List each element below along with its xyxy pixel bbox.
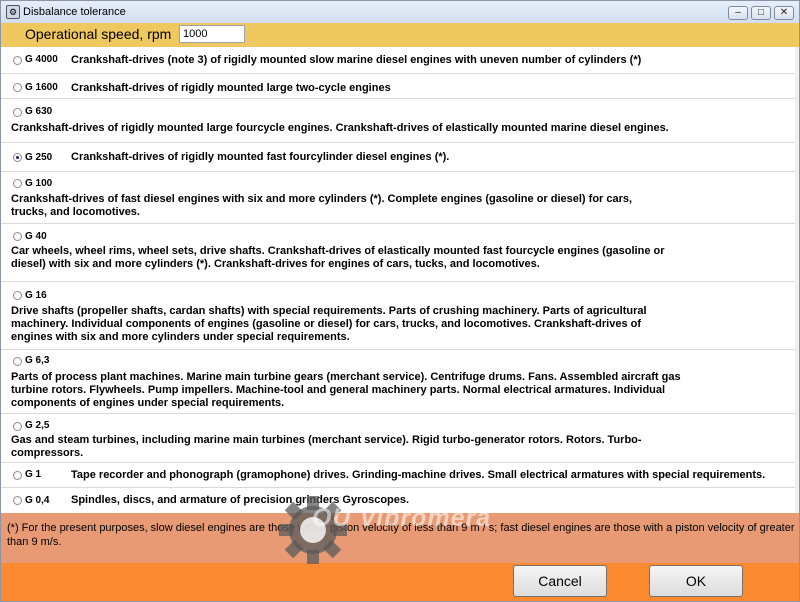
close-icon: ✕ <box>779 7 789 18</box>
radio-button[interactable] <box>13 422 22 431</box>
grade-description: Crankshaft-drives of rigidly mounted lar… <box>71 82 391 94</box>
grade-row-g2-5[interactable]: G 2,5 Gas and steam turbines, including … <box>1 414 795 463</box>
app-icon: ⚙ <box>6 5 20 19</box>
grade-description: Crankshaft-drives (note 3) of rigidly mo… <box>71 54 642 66</box>
grade-label: G 40 <box>25 231 47 242</box>
title-bar: ⚙ Disbalance tolerance – □ ✕ <box>1 1 799 24</box>
grade-label: G 630 <box>25 106 53 117</box>
grade-row-g1[interactable]: G 1 Tape recorder and phonograph (gramop… <box>1 463 795 488</box>
grade-label: G 250 <box>25 152 53 163</box>
radio-button[interactable] <box>13 56 22 65</box>
grade-label: G 100 <box>25 178 53 189</box>
close-button[interactable]: ✕ <box>774 6 794 20</box>
speed-input[interactable] <box>179 25 245 43</box>
grade-description: Spindles, discs, and armature of precisi… <box>71 494 410 506</box>
grade-row-g4000[interactable]: G 4000 Crankshaft-drives (note 3) of rig… <box>1 47 795 74</box>
grade-description: Gas and steam turbines, including marine… <box>11 434 642 459</box>
radio-button[interactable] <box>13 232 22 241</box>
dialog-window: ⚙ Disbalance tolerance – □ ✕ Operational… <box>0 0 800 602</box>
radio-button[interactable] <box>13 496 22 505</box>
footnote-text: (*) For the present purposes, slow diese… <box>7 522 795 548</box>
grade-label: G 2,5 <box>25 420 50 431</box>
grade-row-g6-3[interactable]: G 6,3 Parts of process plant machines. M… <box>1 350 795 414</box>
radio-button[interactable] <box>13 291 22 300</box>
grade-row-g250[interactable]: G 250 Crankshaft-drives of rigidly mount… <box>1 143 795 172</box>
radio-button[interactable] <box>13 108 22 117</box>
radio-button[interactable] <box>13 471 22 480</box>
grade-description: Parts of process plant machines. Marine … <box>11 371 681 409</box>
minimize-button[interactable]: – <box>728 6 748 20</box>
button-bar: Cancel OK <box>1 563 799 601</box>
grade-label: G 1 <box>25 469 42 480</box>
grade-row-g40[interactable]: G 40 Car wheels, wheel rims, wheel sets,… <box>1 224 795 282</box>
grade-row-g1600[interactable]: G 1600 Crankshaft-drives of rigidly moun… <box>1 74 795 99</box>
grade-label: G 4000 <box>25 54 58 65</box>
maximize-button[interactable]: □ <box>751 6 771 20</box>
grade-description: Crankshaft-drives of rigidly mounted lar… <box>11 122 669 134</box>
footnote-panel: (*) For the present purposes, slow diese… <box>1 513 799 563</box>
radio-button[interactable] <box>13 179 22 188</box>
right-edge <box>795 47 799 513</box>
grade-description: Tape recorder and phonograph (gramophone… <box>71 469 766 481</box>
speed-label: Operational speed, rpm <box>25 26 172 42</box>
grade-label: G 16 <box>25 290 47 301</box>
grade-row-g630[interactable]: G 630 Crankshaft-drives of rigidly mount… <box>1 99 795 143</box>
minimize-icon: – <box>735 7 741 18</box>
ok-button[interactable]: OK <box>649 565 743 597</box>
grade-description: Drive shafts (propeller shafts, cardan s… <box>11 305 647 343</box>
grade-row-g0-4[interactable]: G 0,4 Spindles, discs, and armature of p… <box>1 488 795 513</box>
radio-button[interactable] <box>13 83 22 92</box>
grade-label: G 0,4 <box>25 495 50 506</box>
grade-description: Crankshaft-drives of rigidly mounted fas… <box>71 151 450 163</box>
radio-button-checked[interactable] <box>13 153 22 162</box>
grade-label: G 6,3 <box>25 355 50 366</box>
window-title: Disbalance tolerance <box>23 6 126 18</box>
grade-row-g16[interactable]: G 16 Drive shafts (propeller shafts, car… <box>1 282 795 350</box>
grade-description: Crankshaft-drives of fast diesel engines… <box>11 193 633 218</box>
grade-description: Car wheels, wheel rims, wheel sets, driv… <box>11 245 665 270</box>
grade-label: G 1600 <box>25 82 58 93</box>
cancel-button[interactable]: Cancel <box>513 565 607 597</box>
speed-bar: Operational speed, rpm <box>1 23 799 48</box>
radio-button[interactable] <box>13 357 22 366</box>
maximize-icon: □ <box>757 7 765 18</box>
grade-row-g100[interactable]: G 100 Crankshaft-drives of fast diesel e… <box>1 172 795 224</box>
